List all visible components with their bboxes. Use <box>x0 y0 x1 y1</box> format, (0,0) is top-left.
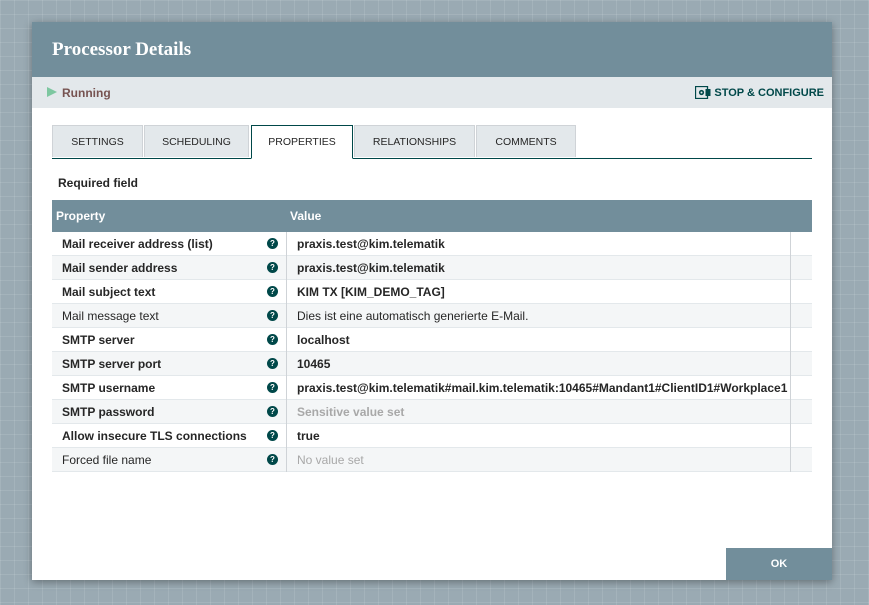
property-value[interactable]: praxis.test@kim.telematik <box>297 232 445 256</box>
header-property: Property <box>56 209 106 223</box>
table-row[interactable]: Allow insecure TLS connections ? true <box>52 424 812 448</box>
ok-button[interactable]: OK <box>726 548 832 580</box>
tab-properties[interactable]: PROPERTIES <box>251 125 353 159</box>
help-icon[interactable]: ? <box>267 334 278 345</box>
property-value[interactable]: Dies ist eine automatisch generierte E-M… <box>297 304 528 328</box>
help-icon[interactable]: ? <box>267 310 278 321</box>
play-icon <box>47 86 57 97</box>
property-name: Mail subject text <box>62 285 156 299</box>
table-row[interactable]: SMTP server ? localhost <box>52 328 812 352</box>
table-row[interactable]: Mail message text ? Dies ist eine automa… <box>52 304 812 328</box>
property-name: SMTP server port <box>62 357 162 371</box>
tab-comments[interactable]: COMMENTS <box>476 125 576 157</box>
help-icon[interactable]: ? <box>267 454 278 465</box>
property-name: Allow insecure TLS connections <box>62 429 247 443</box>
property-name: SMTP server <box>62 333 135 347</box>
property-value[interactable]: No value set <box>297 448 364 472</box>
help-icon[interactable]: ? <box>267 262 278 273</box>
help-icon[interactable]: ? <box>267 406 278 417</box>
table-row[interactable]: Mail subject text ? KIM TX [KIM_DEMO_TAG… <box>52 280 812 304</box>
processor-details-dialog: Processor Details Running STOP & CONFIGU… <box>32 22 832 580</box>
property-name: Mail message text <box>62 309 159 323</box>
property-name: SMTP password <box>62 405 155 419</box>
stop-configure-button[interactable]: STOP & CONFIGURE <box>695 77 824 108</box>
property-value[interactable]: Sensitive value set <box>297 400 404 424</box>
property-value[interactable]: 10465 <box>297 352 330 376</box>
table-row[interactable]: Mail receiver address (list) ? praxis.te… <box>52 232 812 256</box>
table-row[interactable]: Forced file name ? No value set <box>52 448 812 472</box>
property-name: Forced file name <box>62 453 152 467</box>
header-value: Value <box>290 209 322 223</box>
help-icon[interactable]: ? <box>267 430 278 441</box>
help-icon[interactable]: ? <box>267 238 278 249</box>
property-value[interactable]: praxis.test@kim.telematik#mail.kim.telem… <box>297 376 787 400</box>
required-field-label: Required field <box>58 176 139 190</box>
table-row[interactable]: SMTP username ? praxis.test@kim.telemati… <box>52 376 812 400</box>
property-value[interactable]: localhost <box>297 328 350 352</box>
help-icon[interactable]: ? <box>267 286 278 297</box>
tab-bar: SETTINGS SCHEDULING PROPERTIES RELATIONS… <box>52 125 812 159</box>
help-icon[interactable]: ? <box>267 382 278 393</box>
status-label: Running <box>62 85 111 100</box>
property-name: Mail sender address <box>62 261 178 275</box>
stop-configure-icon <box>695 86 711 99</box>
property-value[interactable]: KIM TX [KIM_DEMO_TAG] <box>297 280 445 304</box>
status-indicator: Running <box>47 77 111 108</box>
table-header: Property Value <box>52 200 812 232</box>
help-icon[interactable]: ? <box>267 358 278 369</box>
dialog-title: Processor Details <box>32 22 832 77</box>
status-bar: Running STOP & CONFIGURE <box>32 77 832 108</box>
table-row[interactable]: Mail sender address ? praxis.test@kim.te… <box>52 256 812 280</box>
tab-relationships[interactable]: RELATIONSHIPS <box>354 125 475 157</box>
properties-table: Property Value Mail receiver address (li… <box>52 200 812 472</box>
stop-configure-label: STOP & CONFIGURE <box>714 86 824 99</box>
tab-settings[interactable]: SETTINGS <box>52 125 143 157</box>
table-row[interactable]: SMTP password ? Sensitive value set <box>52 400 812 424</box>
tab-scheduling[interactable]: SCHEDULING <box>144 125 249 157</box>
property-name: Mail receiver address (list) <box>62 237 213 251</box>
property-value[interactable]: praxis.test@kim.telematik <box>297 256 445 280</box>
property-name: SMTP username <box>62 381 156 395</box>
property-value[interactable]: true <box>297 424 320 448</box>
table-row[interactable]: SMTP server port ? 10465 <box>52 352 812 376</box>
